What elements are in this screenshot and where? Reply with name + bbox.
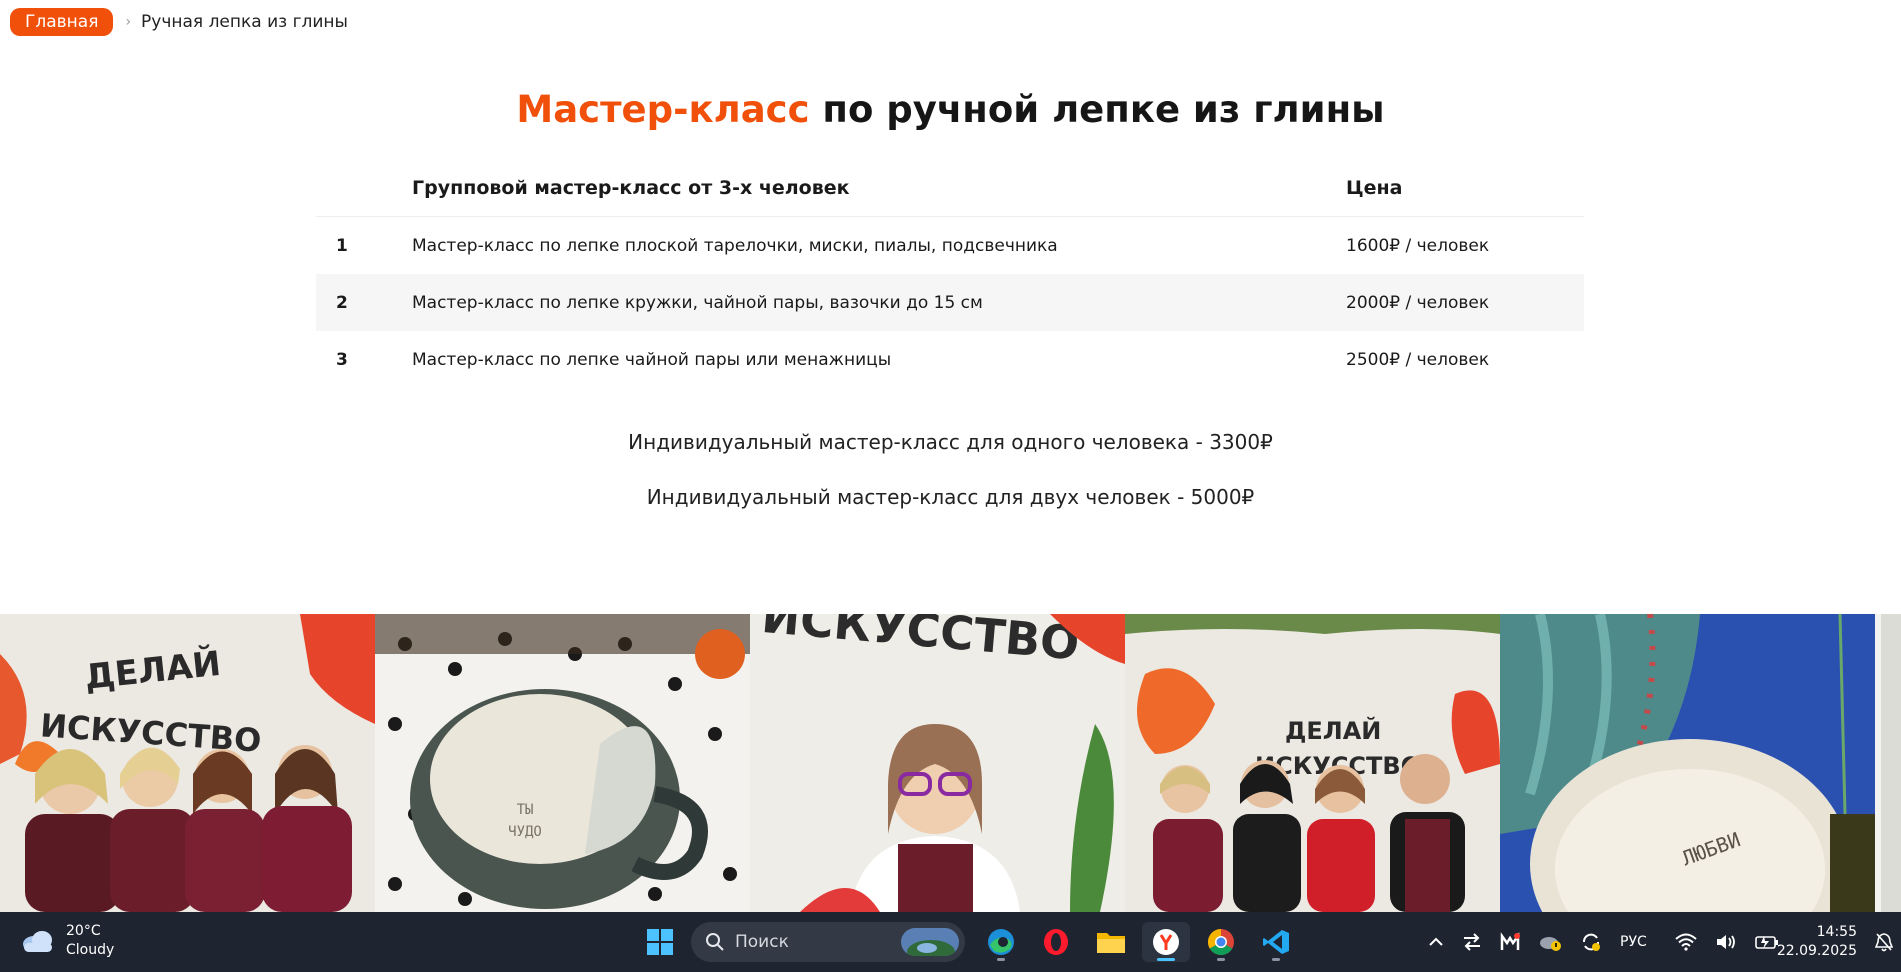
vscode-button[interactable] (1252, 922, 1300, 962)
taskbar-search[interactable]: Поиск (691, 922, 965, 962)
header-description: Групповой мастер-класс от 3-х человек (412, 177, 850, 199)
weather-temp: 20°C (66, 923, 101, 939)
yandex-browser-icon (1153, 929, 1179, 955)
clock-date: 22.09.2025 (1776, 943, 1857, 959)
mail-icon[interactable] (1500, 932, 1520, 952)
chevron-up-icon[interactable] (1428, 937, 1444, 947)
page-title-accent: Мастер-класс (516, 88, 810, 131)
chevron-right-icon: › (125, 14, 132, 30)
gallery-photo-bowl[interactable]: ЛЮБВИ (1500, 614, 1875, 912)
row-description: Мастер-класс по лепке плоской тарелочки,… (412, 235, 1058, 256)
gallery-photo-cup[interactable]: ТЫ ЧУДО (375, 614, 750, 912)
file-explorer-button[interactable] (1087, 922, 1135, 962)
taskbar: 20°C Cloudy Поиск РУС 14:55 22.09.2025 (0, 912, 1901, 972)
search-icon (706, 933, 724, 951)
folder-icon (1097, 933, 1125, 953)
clock-time: 14:55 (1816, 924, 1857, 940)
transfer-icon[interactable] (1462, 933, 1482, 951)
opera-button[interactable] (1032, 922, 1080, 962)
vscode-icon (1263, 930, 1289, 954)
header-price: Цена (1346, 177, 1403, 199)
weather-condition: Cloudy (66, 942, 115, 958)
chrome-icon (1207, 928, 1234, 956)
cloud-warning-icon[interactable] (1538, 932, 1562, 952)
volume-icon[interactable] (1715, 933, 1737, 951)
gallery-photo-group-women[interactable]: ДЕЛАЙ ИСКУССТВО (0, 614, 375, 912)
row-description: Мастер-класс по лепке кружки, чайной пар… (412, 292, 983, 313)
chrome-button[interactable] (1197, 922, 1245, 962)
individual-two-price: Индивидуальный мастер-класс для двух чел… (646, 485, 1255, 509)
gallery-photo-girl[interactable]: ИСКУССТВО (750, 614, 1125, 912)
battery-icon[interactable] (1754, 934, 1779, 950)
weather-widget[interactable]: 20°C Cloudy (20, 922, 114, 960)
row-price: 2000₽ / человек (1346, 292, 1490, 313)
running-indicator (1157, 958, 1175, 961)
individual-one-price: Индивидуальный мастер-класс для одного ч… (628, 430, 1273, 454)
table-row: 3 Мастер-класс по лепке чайной пары или … (316, 331, 1584, 388)
taskbar-apps: Поиск (636, 922, 1307, 962)
price-table: Групповой мастер-класс от 3-х человек Це… (316, 160, 1584, 388)
table-header: Групповой мастер-класс от 3-х человек Це… (316, 160, 1584, 217)
language-indicator[interactable]: РУС (1620, 934, 1647, 950)
notification-bell-icon[interactable] (1874, 932, 1894, 956)
row-number: 1 (336, 235, 348, 256)
table-row: 1 Мастер-класс по лепке плоской тарелочк… (316, 217, 1584, 274)
gallery-photo-partial[interactable] (1875, 614, 1901, 912)
gallery-photo-group[interactable]: ДЕЛАЙ ИСКУССТВО (1125, 614, 1500, 912)
row-number: 3 (336, 349, 348, 370)
running-indicator (997, 958, 1005, 961)
running-indicator (1217, 958, 1225, 961)
table-row: 2 Мастер-класс по лепке кружки, чайной п… (316, 274, 1584, 331)
search-placeholder: Поиск (735, 932, 789, 952)
row-description: Мастер-класс по лепке чайной пары или ме… (412, 349, 892, 370)
wifi-icon[interactable] (1675, 933, 1697, 951)
page-title: Мастер-класс по ручной лепке из глины (0, 88, 1901, 131)
search-highlight-icon (901, 928, 959, 956)
breadcrumb: Главная › Ручная лепка из глины (10, 8, 348, 36)
photo-sign-text: ДЕЛАЙ (1285, 716, 1381, 745)
breadcrumb-current: Ручная лепка из глины (141, 12, 348, 32)
opera-icon (1044, 929, 1068, 955)
row-price: 2500₽ / человек (1346, 349, 1490, 370)
cloud-icon (23, 931, 52, 952)
row-price: 1600₽ / человек (1346, 235, 1490, 256)
sync-icon[interactable] (1580, 931, 1602, 953)
cup-text-line2: ЧУДО (508, 824, 542, 840)
windows-icon (647, 929, 673, 955)
row-number: 2 (336, 292, 348, 313)
running-indicator (1272, 958, 1280, 961)
cup-text-line1: ТЫ (517, 802, 534, 818)
edge-icon (988, 929, 1014, 955)
edge-button[interactable] (977, 922, 1025, 962)
start-button[interactable] (636, 922, 684, 962)
yandex-browser-button[interactable] (1142, 922, 1190, 962)
clock[interactable]: 14:55 22.09.2025 (1777, 923, 1857, 961)
system-tray: РУС (1428, 922, 1797, 962)
page-title-rest: по ручной лепке из глины (809, 88, 1385, 131)
photo-gallery: ДЕЛАЙ ИСКУССТВО ТЫ ЧУДО ИСКУССТВО ДЕЛАЙ … (0, 614, 1901, 912)
breadcrumb-home-link[interactable]: Главная (10, 8, 114, 36)
